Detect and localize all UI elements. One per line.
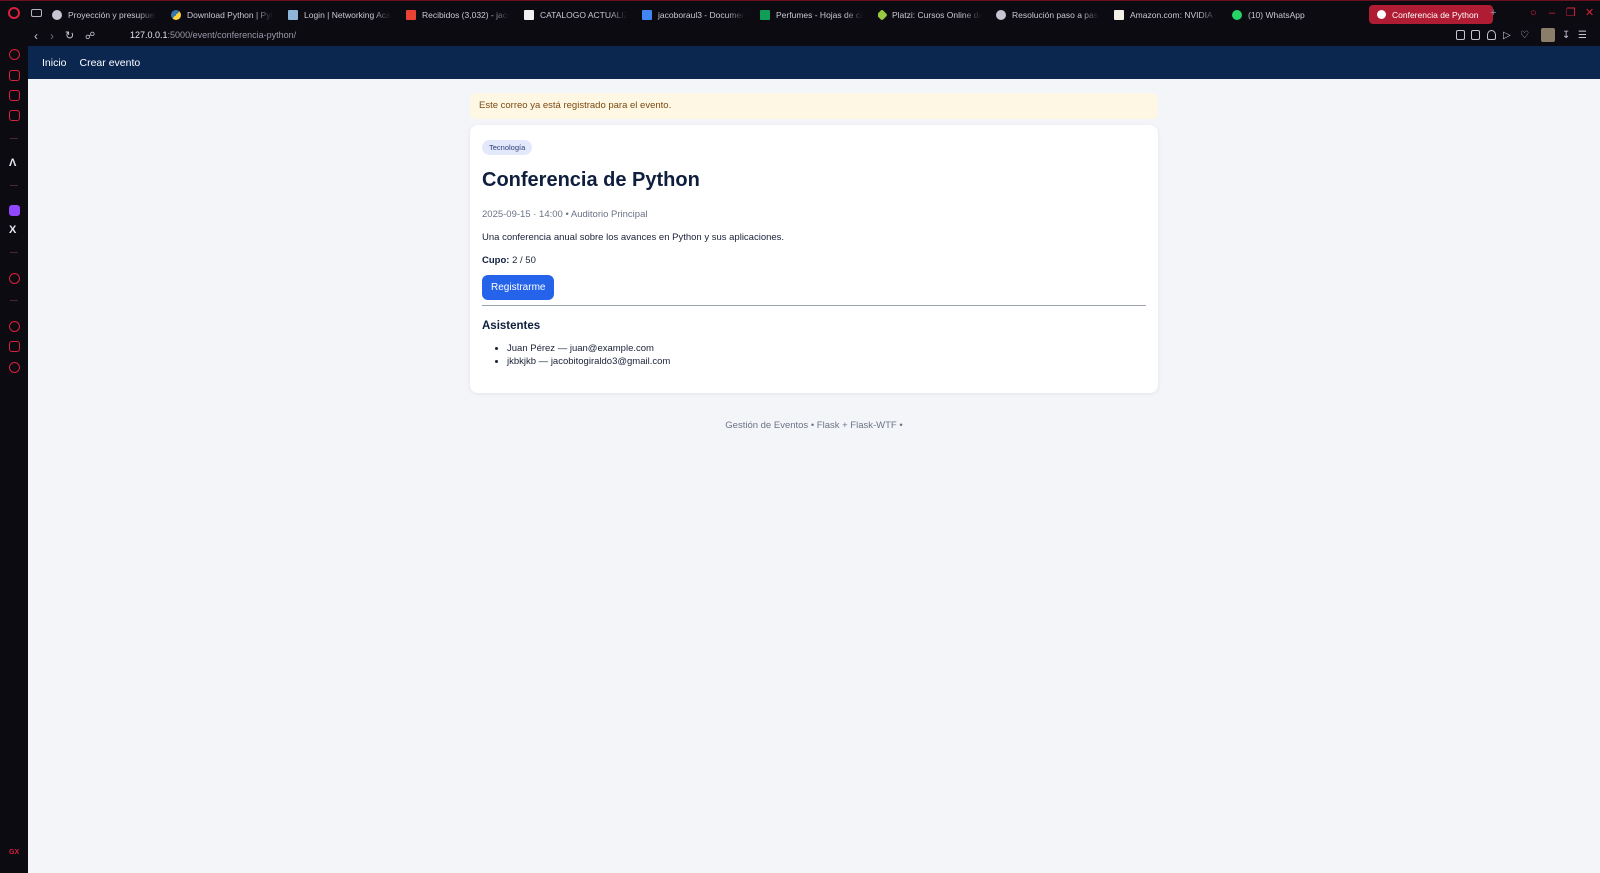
document-icon: [524, 9, 534, 20]
tab-9[interactable]: Resolución paso a paso: [996, 5, 1099, 24]
url-field[interactable]: 127.0.0.1:5000/event/conferencia-python/: [130, 30, 296, 40]
settings-icon[interactable]: [9, 362, 20, 373]
new-tab-button[interactable]: +: [1490, 7, 1496, 19]
minimize-icon[interactable]: –: [1549, 7, 1555, 19]
tab-10[interactable]: Amazon.com: NVIDIA - Te: [1114, 5, 1217, 24]
flash-message: Este correo ya está registrado para el e…: [470, 93, 1158, 119]
shield-icon[interactable]: [1487, 30, 1496, 40]
url-path: :5000/event/conferencia-python/: [167, 30, 297, 40]
url-host: 127.0.0.1: [130, 30, 168, 40]
globe-icon: [1377, 10, 1386, 19]
whatsapp-icon: [1232, 9, 1242, 20]
menu-icon[interactable]: ☰: [1578, 29, 1587, 43]
gmail-icon: [406, 9, 416, 20]
settings-icon: [52, 9, 62, 20]
app-navbar: Inicio Crear evento: [28, 46, 1600, 79]
cisco-icon: [288, 9, 298, 20]
tab-title: Conferencia de Python: [1392, 9, 1479, 20]
close-icon[interactable]: ✕: [1585, 7, 1594, 19]
google-sheets-icon: [760, 9, 770, 20]
tab-2[interactable]: Download Python | Pytho: [171, 5, 273, 24]
gx-mail-icon[interactable]: [9, 110, 20, 121]
tab-3[interactable]: Login | Networking Acad: [288, 5, 391, 24]
google-docs-icon: [642, 9, 652, 20]
address-bar: ‹ › ↻ ☍ 127.0.0.1:5000/event/conferencia…: [28, 27, 1600, 46]
tab-7[interactable]: Perfumes - Hojas de cálc: [760, 5, 863, 24]
snapshot-icon[interactable]: [1471, 30, 1480, 40]
heart-icon[interactable]: ♡: [1520, 29, 1529, 43]
gx-label: GX: [9, 849, 20, 856]
list-item: jkbkjkb — jacobitogiraldo3@gmail.com: [507, 355, 1146, 368]
tab-6[interactable]: jacoboraul3 - Documento: [642, 5, 745, 24]
capacity-label: Cupo:: [482, 255, 510, 266]
extensions-icon[interactable]: [9, 341, 20, 352]
browser-sidebar: Λ X GX: [0, 27, 28, 873]
tab-11[interactable]: (10) WhatsApp: [1232, 5, 1322, 24]
event-meta: 2025-09-15 · 14:00 • Auditorio Principal: [482, 209, 648, 220]
tab-islands-icon[interactable]: [31, 9, 42, 17]
capacity-value: 2 / 50: [512, 255, 536, 266]
list-item: Juan Pérez — juan@example.com: [507, 342, 1146, 355]
python-icon: [171, 9, 181, 20]
event-title: Conferencia de Python: [482, 169, 700, 191]
maximize-icon[interactable]: ❐: [1566, 7, 1576, 19]
tab-title: (10) WhatsApp: [1248, 9, 1305, 20]
tab-1[interactable]: Proyección y presupuesto: [52, 5, 156, 24]
event-capacity: Cupo: 2 / 50: [482, 255, 1146, 266]
amazon-icon: [1114, 9, 1124, 20]
flow-icon[interactable]: ▷: [1503, 29, 1511, 43]
history-icon[interactable]: [9, 49, 20, 60]
reload-icon[interactable]: ↻: [65, 29, 74, 43]
tab-active[interactable]: Conferencia de Python: [1369, 5, 1493, 24]
settings-icon: [996, 9, 1006, 20]
clock-icon[interactable]: [9, 321, 20, 332]
player-icon[interactable]: [9, 273, 20, 284]
artstation-icon[interactable]: Λ: [9, 157, 16, 169]
tab-8[interactable]: Platzi: Cursos Online de p: [878, 5, 981, 24]
site-info-icon[interactable]: ☍: [85, 30, 95, 44]
tab-4[interactable]: Recibidos (3,032) - jacob: [406, 5, 509, 24]
register-button[interactable]: Registrarme: [482, 275, 555, 300]
category-badge: Tecnología: [482, 140, 533, 155]
search-tabs-icon[interactable]: ○: [1530, 7, 1537, 19]
aria-icon[interactable]: [9, 70, 20, 81]
x-icon[interactable]: X: [9, 224, 16, 236]
forward-icon[interactable]: ›: [50, 29, 54, 43]
attendees-list: Juan Pérez — juan@example.com jkbkjkb — …: [482, 342, 1146, 368]
tab-5[interactable]: CATALOGO ACTUALIZAD: [524, 5, 627, 24]
page-footer: Gestión de Eventos • Flask + Flask-WTF •: [725, 420, 903, 431]
download-icon[interactable]: ↧: [1562, 29, 1570, 43]
pin-icon[interactable]: [1456, 30, 1465, 40]
event-card: Tecnología Conferencia de Python 2025-09…: [470, 125, 1158, 393]
divider: [482, 305, 1146, 306]
attendees-heading: Asistentes: [482, 320, 541, 332]
opera-logo-icon[interactable]: [8, 7, 20, 19]
platzi-icon: [878, 8, 888, 21]
event-description: Una conferencia anual sobre los avances …: [482, 232, 785, 243]
nav-link-home[interactable]: Inicio: [42, 57, 67, 69]
avatar[interactable]: [1541, 28, 1555, 42]
browser-tab-bar: Proyección y presupuesto Download Python…: [0, 0, 1600, 27]
back-icon[interactable]: ‹: [34, 29, 38, 43]
instagram-icon[interactable]: [9, 90, 20, 101]
twitch-icon[interactable]: [9, 205, 20, 216]
nav-link-create-event[interactable]: Crear evento: [80, 57, 141, 69]
page-viewport: Inicio Crear evento Este correo ya está …: [28, 46, 1600, 873]
